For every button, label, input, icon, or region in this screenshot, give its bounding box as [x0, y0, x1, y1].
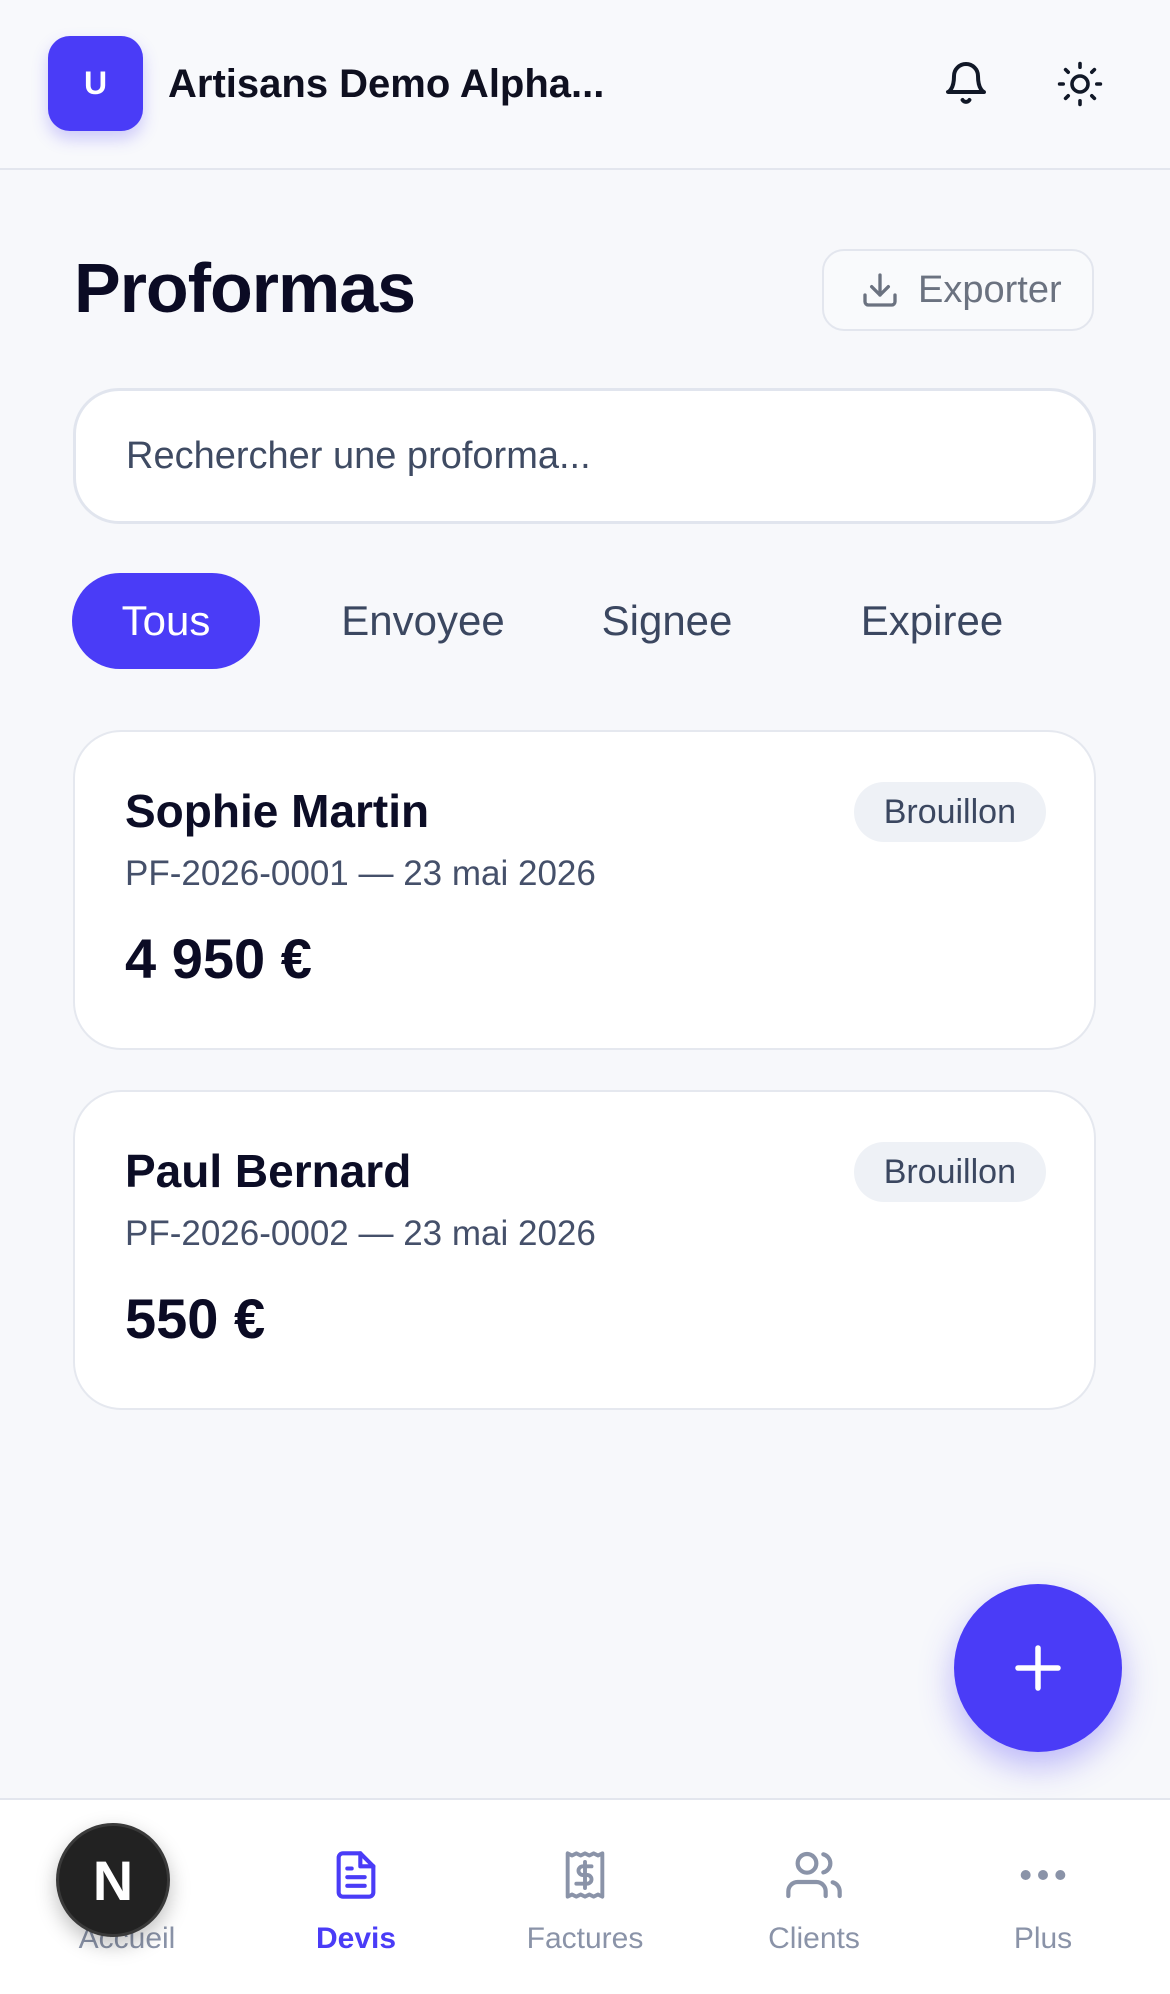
filter-tab-signee[interactable]: Signee: [582, 573, 752, 669]
export-label: Exporter: [918, 268, 1062, 311]
proforma-reference: PF-2026-0001 — 23 mai 2026: [125, 854, 596, 893]
notifications-button[interactable]: [934, 52, 998, 116]
nav-label: Factures: [526, 1922, 644, 1955]
search-box: [73, 388, 1096, 524]
status-badge: Brouillon: [853, 782, 1046, 842]
sun-icon: [1057, 61, 1103, 107]
theme-toggle-button[interactable]: [1048, 52, 1112, 116]
search-input[interactable]: [124, 433, 1093, 479]
proforma-amount: 550 €: [125, 1287, 266, 1350]
filter-tab-expiree[interactable]: Expiree: [842, 573, 1022, 669]
status-badge: Brouillon: [853, 1142, 1046, 1202]
proforma-reference: PF-2026-0002 — 23 mai 2026: [125, 1214, 596, 1253]
app-header: U Artisans Demo Alpha...: [0, 0, 1170, 170]
plus-icon: [1015, 1645, 1061, 1691]
nav-item-clients[interactable]: Clients: [714, 1840, 914, 1970]
add-proforma-button[interactable]: [954, 1584, 1122, 1752]
nav-item-plus[interactable]: Plus: [943, 1840, 1143, 1970]
receipt-icon: [565, 1851, 605, 1899]
nav-label: Devis: [315, 1922, 397, 1955]
client-name: Sophie Martin: [125, 785, 430, 837]
dev-tools-badge[interactable]: N: [56, 1823, 170, 1937]
nav-item-devis[interactable]: Devis: [256, 1840, 456, 1970]
proforma-card[interactable]: Sophie Martin Brouillon PF-2026-0001 — 2…: [73, 730, 1096, 1050]
nav-label: Clients: [768, 1922, 860, 1955]
client-name: Paul Bernard: [125, 1145, 412, 1197]
proforma-card[interactable]: Paul Bernard Brouillon PF-2026-0002 — 23…: [73, 1090, 1096, 1410]
download-icon: [863, 273, 897, 307]
nav-label: Plus: [1013, 1922, 1073, 1955]
export-button[interactable]: Exporter: [822, 249, 1094, 331]
users-icon: [786, 1851, 842, 1899]
bottom-navigation: Accueil Devis Factures Clients Plus: [0, 1798, 1170, 1994]
page-title: Proformas: [74, 249, 416, 327]
proforma-amount: 4 950 €: [125, 927, 312, 990]
document-icon: [336, 1851, 376, 1899]
filter-tab-envoyee[interactable]: Envoyee: [318, 573, 528, 669]
organization-avatar[interactable]: U: [48, 36, 143, 131]
more-icon: [1020, 1870, 1066, 1880]
bell-icon: [946, 62, 986, 104]
filter-tab-tous[interactable]: Tous: [72, 573, 260, 669]
organization-name[interactable]: Artisans Demo Alpha...: [168, 62, 628, 107]
nav-item-factures[interactable]: Factures: [485, 1840, 685, 1970]
